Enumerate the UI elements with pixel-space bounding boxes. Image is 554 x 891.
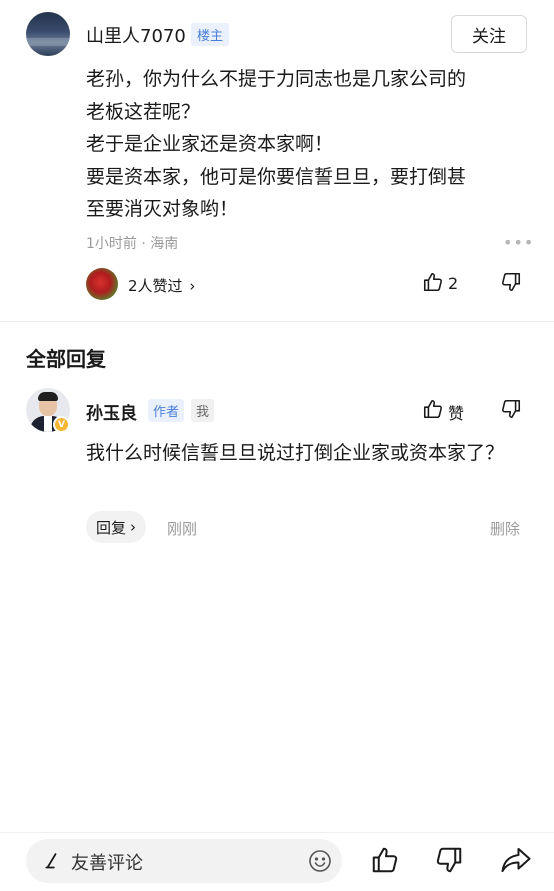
op-badge: 楼主 bbox=[191, 23, 230, 46]
thumbs-down-icon[interactable] bbox=[500, 271, 522, 293]
comment-line: 至要消灭对象哟！ bbox=[86, 198, 239, 220]
reply-like-label[interactable]: 赞 bbox=[448, 400, 464, 424]
reply-button[interactable]: 回复 › bbox=[86, 511, 147, 543]
comment-line: 老板这茬呢？ bbox=[86, 100, 201, 123]
likers-link[interactable]: 2人赞过 › bbox=[128, 275, 195, 296]
comment-body: 老孙，你为什么不提于力同志也是几家公司的 老板这茬呢？ 老于是企业家还是资本家啊… bbox=[86, 63, 536, 226]
commenter-username[interactable]: 山里人7070 bbox=[86, 22, 186, 48]
comment-line: 要是资本家，他可是你要信誓旦旦，要打倒甚 bbox=[86, 165, 467, 188]
comment-line: 老于是企业家还是资本家啊！ bbox=[86, 133, 334, 155]
reply-timestamp: 刚刚 bbox=[167, 520, 198, 538]
thumbs-up-icon[interactable] bbox=[422, 398, 444, 420]
verified-badge-icon: V bbox=[53, 416, 70, 433]
thumbs-up-icon[interactable] bbox=[422, 271, 444, 293]
replies-section-title: 全部回复 bbox=[26, 347, 106, 371]
reply-author-name[interactable]: 孙玉良 bbox=[86, 399, 137, 424]
comment-meta: 1小时前 · 海南 bbox=[86, 236, 179, 252]
comment-line: 老孙，你为什么不提于力同志也是几家公司的 bbox=[86, 68, 467, 90]
emoji-icon[interactable] bbox=[308, 849, 332, 873]
bottom-thumbs-up-icon[interactable] bbox=[370, 845, 400, 875]
reply-body: 我什么时候信誓旦旦说过打倒企业家或资本家了？ bbox=[86, 442, 505, 464]
thumbs-down-icon[interactable] bbox=[500, 398, 522, 420]
bottom-thumbs-down-icon[interactable] bbox=[434, 845, 464, 875]
like-count: 2 bbox=[448, 274, 459, 293]
section-divider bbox=[0, 321, 554, 322]
comment-input-placeholder[interactable]: 友善评论 bbox=[71, 849, 143, 875]
chevron-right-icon: › bbox=[189, 277, 196, 295]
author-badge: 作者 bbox=[148, 399, 185, 422]
liker-avatar[interactable] bbox=[86, 268, 118, 300]
pen-icon bbox=[45, 853, 57, 869]
me-badge: 我 bbox=[191, 399, 215, 422]
chevron-right-icon: › bbox=[130, 518, 137, 536]
likers-label: 2人赞过 bbox=[128, 277, 183, 295]
follow-button[interactable]: 关注 bbox=[451, 15, 527, 53]
commenter-avatar[interactable] bbox=[26, 12, 70, 56]
delete-button[interactable]: 删除 bbox=[490, 518, 520, 539]
more-dots-icon[interactable]: ••• bbox=[503, 233, 534, 252]
reply-button-label: 回复 bbox=[96, 518, 127, 537]
share-icon[interactable] bbox=[500, 845, 532, 875]
